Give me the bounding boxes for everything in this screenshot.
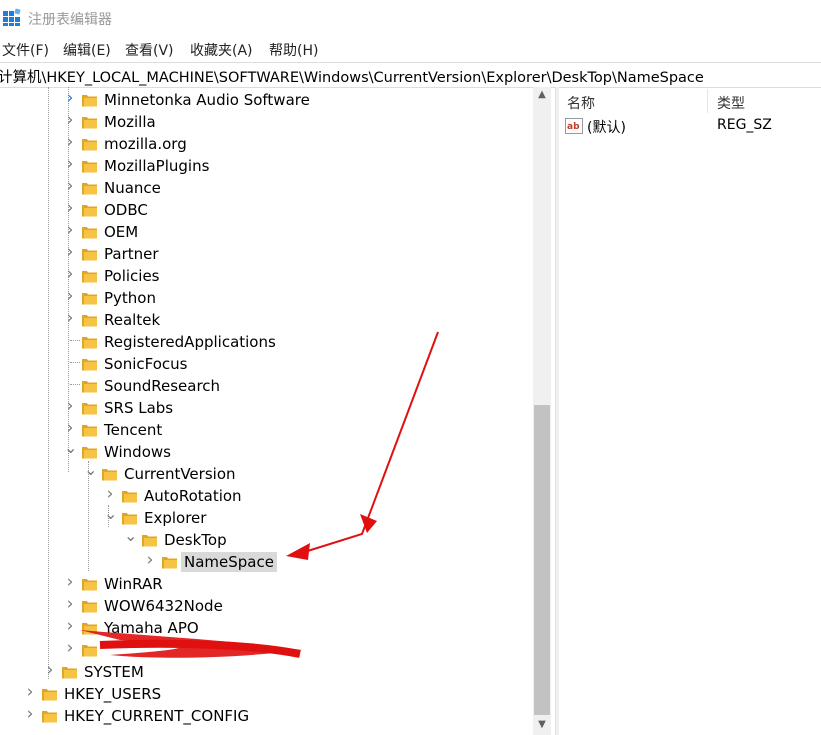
arrowhead-icon [286, 543, 310, 560]
annotation-overlay [80, 331, 439, 658]
